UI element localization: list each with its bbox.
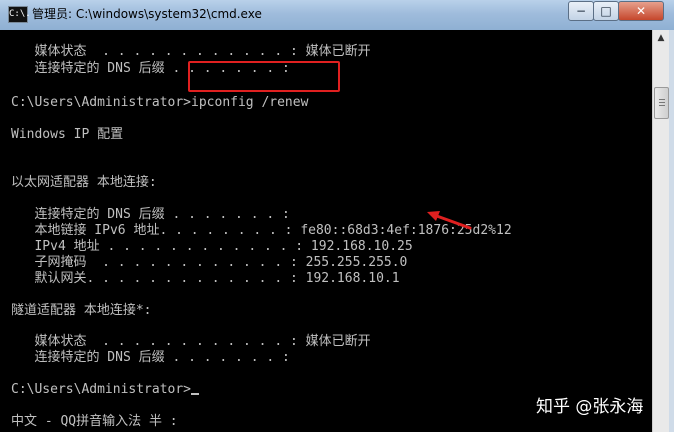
close-button[interactable]: ✕: [618, 1, 664, 21]
window-title: 管理员: C:\windows\system32\cmd.exe: [32, 7, 262, 21]
console-line-subnet-mask: 子网掩码 . . . . . . . . . . . . : 255.255.2…: [11, 255, 408, 270]
zhihu-watermark: 知乎 @张永海: [536, 397, 644, 417]
command-highlight-box: [188, 61, 340, 92]
window-frame-edge: [669, 30, 674, 432]
scrollbar-thumb[interactable]: [654, 87, 669, 119]
console-line-ethernet-adapter: 以太网适配器 本地连接:: [11, 175, 157, 190]
prompt-text: C:\Users\Administrator>: [11, 382, 192, 397]
console-line-media-state-2: 媒体状态 . . . . . . . . . . . . : 媒体已断开: [11, 334, 371, 349]
console-line-media-state-1: 媒体状态 . . . . . . . . . . . . : 媒体已断开: [11, 44, 371, 59]
scroll-up-arrow-icon[interactable]: ▲: [654, 31, 668, 45]
console-line-ime-status: 中文 - QQ拼音输入法 半 :: [11, 414, 178, 429]
console-line-tunnel-adapter: 隧道适配器 本地连接*:: [11, 303, 152, 318]
console-line-ipv4: IPv4 地址 . . . . . . . . . . . . : 192.16…: [11, 239, 413, 254]
title-bar[interactable]: C:\. 管理员: C:\windows\system32\cmd.exe − …: [0, 0, 674, 30]
console-line-dns-suffix-3: 连接特定的 DNS 后缀 . . . . . . . :: [11, 350, 290, 365]
console-line-prompt: C:\Users\Administrator>: [11, 382, 200, 398]
vertical-scrollbar[interactable]: ▲: [652, 30, 670, 432]
maximize-button[interactable]: □: [593, 1, 619, 21]
grip-line: [659, 102, 665, 103]
console-line-prompt-command: C:\Users\Administrator>ipconfig /renew: [11, 95, 309, 110]
annotation-arrow-icon: [427, 211, 472, 230]
console-line-dns-suffix-2: 连接特定的 DNS 后缀 . . . . . . . :: [11, 207, 290, 222]
cmd-window: C:\. 管理员: C:\windows\system32\cmd.exe − …: [0, 0, 674, 432]
cmd-app-icon[interactable]: C:\.: [8, 6, 31, 23]
console-line-default-gateway: 默认网关. . . . . . . . . . . . . : 192.168.…: [11, 271, 400, 286]
grip-line: [659, 105, 665, 106]
console-line-windows-ip-config: Windows IP 配置: [11, 127, 124, 142]
grip-line: [659, 99, 665, 100]
text-cursor: [191, 393, 200, 395]
minimize-button[interactable]: −: [568, 1, 594, 21]
